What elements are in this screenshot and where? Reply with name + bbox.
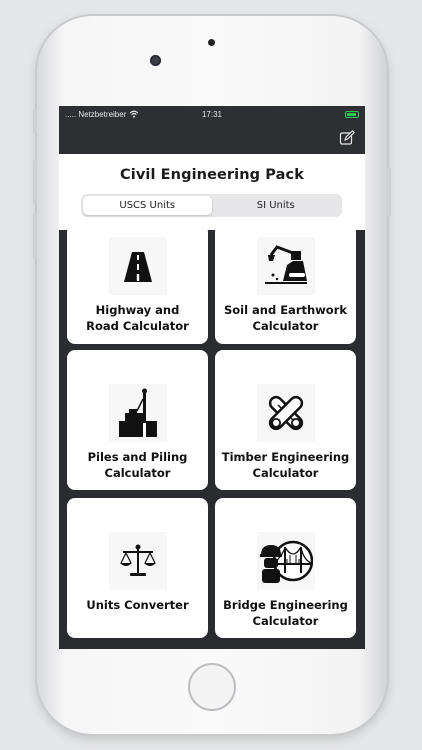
card-bridge-engineering-calculator[interactable]: Bridge Engineering Calculator bbox=[215, 498, 356, 638]
card-label: Units Converter bbox=[86, 598, 189, 612]
balance-scale-icon bbox=[119, 544, 156, 576]
card-label: Timber Engineering Calculator bbox=[221, 450, 350, 480]
units-segmented-control: USCS Units SI Units bbox=[81, 194, 342, 217]
page-title: Civil Engineering Pack bbox=[120, 167, 304, 183]
power-button bbox=[387, 168, 391, 216]
app-screen: ..... Netzbetreiber 17:31 Civil Engineer… bbox=[59, 106, 365, 649]
mute-switch bbox=[33, 110, 37, 134]
status-bar: ..... Netzbetreiber 17:31 bbox=[59, 106, 365, 122]
card-units-converter[interactable]: Units Converter bbox=[67, 498, 208, 638]
excavator-icon bbox=[264, 245, 307, 284]
volume-up-button bbox=[33, 160, 37, 204]
card-icon-box bbox=[256, 532, 315, 590]
card-icon-box bbox=[256, 237, 315, 295]
card-label: Highway and Road Calculator bbox=[86, 303, 189, 333]
home-button[interactable] bbox=[188, 663, 236, 711]
card-icon-box bbox=[108, 384, 167, 442]
card-label: Bridge Engineering Calculator bbox=[223, 598, 348, 628]
bridge-engineer-icon bbox=[259, 540, 313, 583]
card-label: Piles and Piling Calculator bbox=[87, 450, 188, 480]
crossed-logs-icon bbox=[268, 395, 303, 431]
segment-uscs-units[interactable]: USCS Units bbox=[83, 196, 212, 215]
road-icon bbox=[123, 252, 152, 282]
sensor-dot bbox=[208, 39, 215, 46]
navigation-bar bbox=[59, 122, 365, 154]
card-soil-earthwork-calculator[interactable]: Soil and Earthwork Calculator bbox=[215, 224, 356, 344]
pile-driver-icon bbox=[118, 388, 157, 437]
card-icon-box bbox=[108, 237, 167, 295]
status-time: 17:31 bbox=[201, 109, 223, 119]
calculator-grid: Highway and Road Calculator Soil and Ear… bbox=[59, 224, 365, 649]
volume-down-button bbox=[33, 214, 37, 258]
segment-si-units[interactable]: SI Units bbox=[212, 196, 341, 215]
card-label: Soil and Earthwork Calculator bbox=[223, 303, 348, 333]
battery-icon bbox=[345, 110, 359, 118]
front-camera bbox=[150, 55, 161, 66]
card-piles-piling-calculator[interactable]: Piles and Piling Calculator bbox=[67, 350, 208, 490]
card-timber-engineering-calculator[interactable]: Timber Engineering Calculator bbox=[215, 350, 356, 490]
card-icon-box bbox=[108, 532, 167, 590]
app-header: Civil Engineering Pack USCS Units SI Uni… bbox=[59, 154, 365, 230]
card-icon-box bbox=[256, 384, 315, 442]
card-highway-road-calculator[interactable]: Highway and Road Calculator bbox=[67, 224, 208, 344]
compose-icon[interactable] bbox=[339, 130, 355, 146]
